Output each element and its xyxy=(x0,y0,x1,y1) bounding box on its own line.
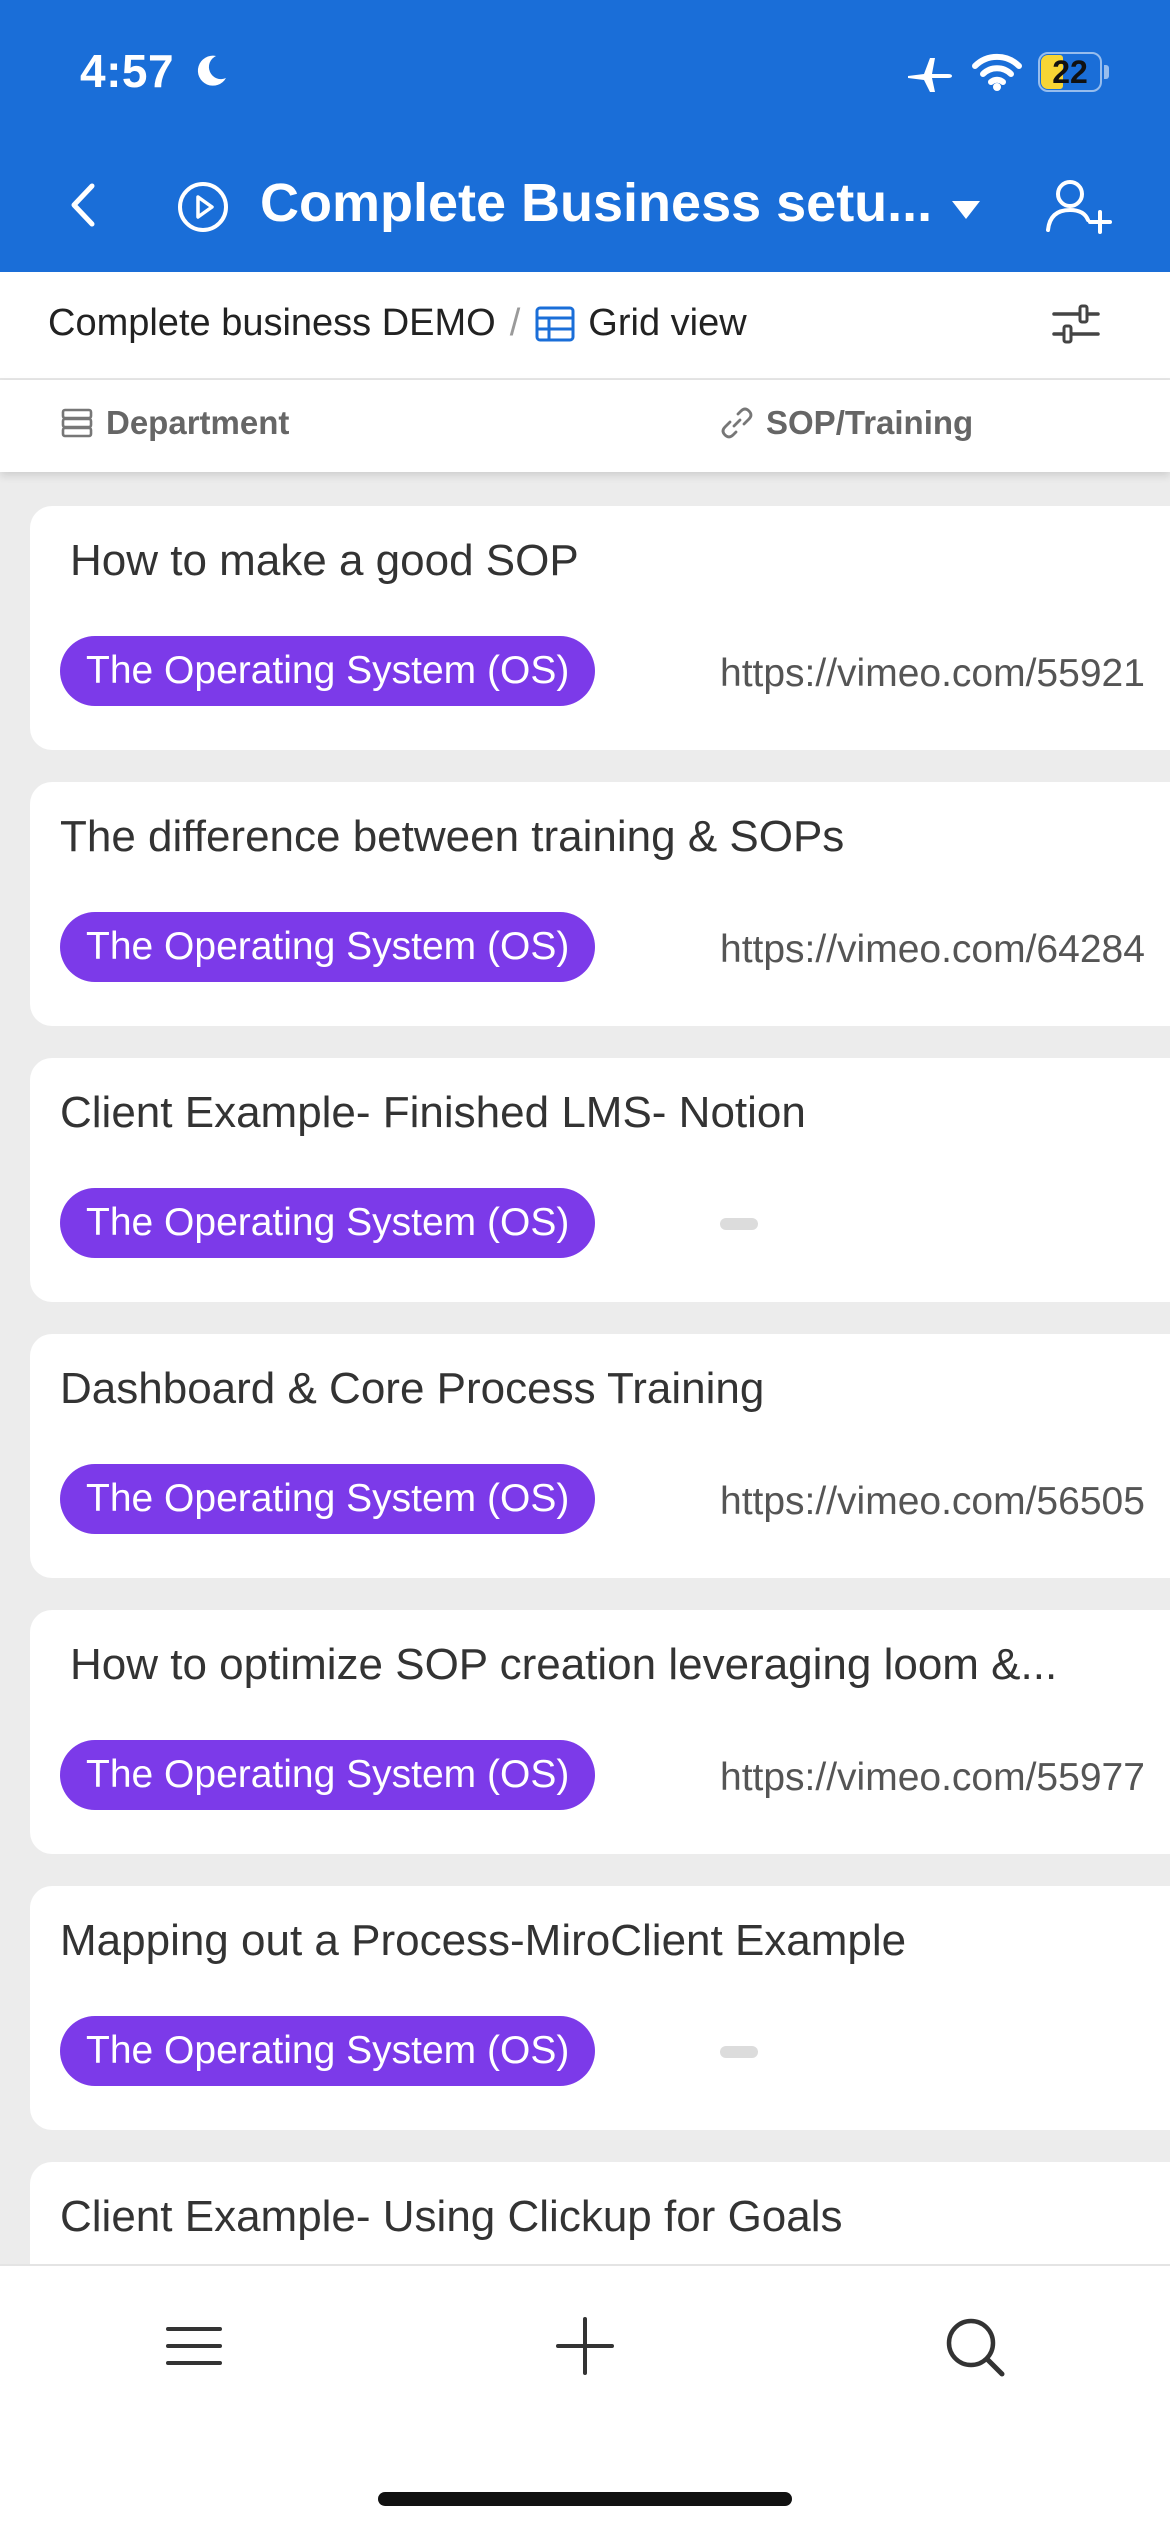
record-title: Client Example- Using Clickup for Goals xyxy=(60,2192,843,2241)
record-card[interactable]: The difference between training & SOPs T… xyxy=(30,782,1170,1026)
view-toolbar: Complete business DEMO / Grid view xyxy=(0,272,1170,380)
breadcrumb-separator: / xyxy=(509,302,521,344)
record-title: How to optimize SOP creation leveraging … xyxy=(70,1640,1058,1689)
department-tag: The Operating System (OS) xyxy=(60,1740,596,1810)
chevron-left-icon[interactable] xyxy=(62,180,106,230)
empty-value-placeholder xyxy=(720,1218,758,1230)
sliders-icon[interactable] xyxy=(1052,302,1100,346)
plus-icon[interactable] xyxy=(555,2316,615,2376)
home-indicator[interactable] xyxy=(378,2492,792,2506)
column-sop-training[interactable]: SOP/Training xyxy=(720,404,973,442)
menu-icon[interactable] xyxy=(166,2321,222,2371)
record-list: How to make a good SOP The Operating Sys… xyxy=(0,472,1170,2264)
record-title: Mapping out a Process-MiroClient Example xyxy=(60,1916,907,1965)
column-sop-training-label: SOP/Training xyxy=(766,404,974,441)
battery-level: 22 xyxy=(1052,54,1088,90)
department-tag: The Operating System (OS) xyxy=(60,1464,596,1534)
department-tag: The Operating System (OS) xyxy=(60,912,596,982)
sop-link[interactable]: https://vimeo.com/55921 xyxy=(720,652,1145,696)
wifi-icon xyxy=(972,53,1022,91)
breadcrumb-base[interactable]: Complete business DEMO xyxy=(48,302,496,345)
airplane-icon xyxy=(908,58,952,92)
column-department[interactable]: Department xyxy=(60,404,289,442)
column-department-label: Department xyxy=(106,404,290,441)
battery-indicator: 22 xyxy=(1038,52,1110,96)
record-card[interactable]: Mapping out a Process-MiroClient Example… xyxy=(30,1886,1170,2130)
moon-icon xyxy=(197,55,226,86)
empty-value-placeholder xyxy=(720,2046,758,2058)
sop-link[interactable]: https://vimeo.com/64284 xyxy=(720,928,1145,972)
search-icon[interactable] xyxy=(944,2316,1006,2378)
record-card[interactable]: Client Example- Using Clickup for Goals xyxy=(30,2162,1170,2264)
breadcrumb: Complete business DEMO / Grid view xyxy=(48,302,747,345)
stack-icon xyxy=(61,408,93,438)
record-card[interactable]: Dashboard & Core Process Training The Op… xyxy=(30,1334,1170,1578)
record-card[interactable]: How to make a good SOP The Operating Sys… xyxy=(30,506,1170,750)
column-header: Department SOP/Training xyxy=(0,380,1170,472)
record-title: Client Example- Finished LMS- Notion xyxy=(60,1088,806,1137)
app-header: 4:57 22 Complete Business setu... xyxy=(0,0,1170,272)
department-tag: The Operating System (OS) xyxy=(60,2016,596,2086)
add-user-icon[interactable] xyxy=(1044,176,1114,236)
sop-link[interactable]: https://vimeo.com/56505 xyxy=(720,1480,1145,1524)
record-title: The difference between training & SOPs xyxy=(60,812,845,861)
record-card[interactable]: Client Example- Finished LMS- Notion The… xyxy=(30,1058,1170,1302)
department-tag: The Operating System (OS) xyxy=(60,636,596,706)
record-title: Dashboard & Core Process Training xyxy=(60,1364,765,1413)
caret-down-icon[interactable] xyxy=(950,198,982,222)
bottom-toolbar xyxy=(0,2264,1170,2532)
link-icon xyxy=(721,407,753,439)
record-title: How to make a good SOP xyxy=(70,536,579,585)
sop-link[interactable]: https://vimeo.com/55977 xyxy=(720,1756,1145,1800)
view-switcher[interactable]: Grid view xyxy=(588,302,746,345)
status-time: 4:57 xyxy=(80,45,175,97)
page-title[interactable]: Complete Business setu... xyxy=(260,172,932,234)
department-tag: The Operating System (OS) xyxy=(60,1188,596,1258)
play-circle-icon xyxy=(178,182,228,232)
grid-view-icon xyxy=(535,306,575,341)
record-card[interactable]: How to optimize SOP creation leveraging … xyxy=(30,1610,1170,1854)
